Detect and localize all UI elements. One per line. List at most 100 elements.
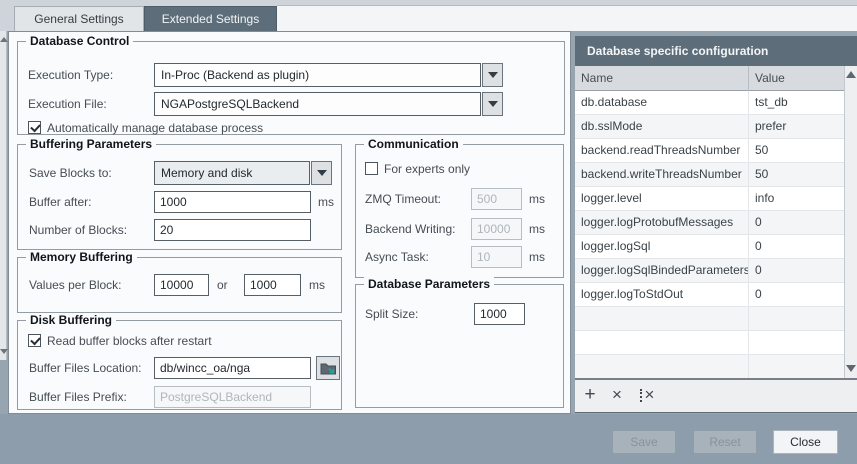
folder-icon	[320, 363, 336, 375]
unit-label: ms	[309, 278, 325, 292]
group-title: Database Control	[26, 34, 134, 49]
save-blocks-dropdown-button[interactable]	[311, 161, 332, 185]
unit-label: ms	[529, 250, 545, 264]
chevron-down-icon	[316, 170, 327, 176]
experts-only-checkbox[interactable]	[365, 162, 378, 175]
config-name-cell: logger.logSql	[581, 239, 651, 253]
read-buffer-checkbox[interactable]	[28, 334, 41, 347]
config-value-cell: 0	[748, 235, 844, 259]
general-settings-panel: Database Control Execution Type: In-Proc…	[8, 31, 571, 414]
config-name-cell: logger.logToStdOut	[581, 287, 684, 301]
group-title: Buffering Parameters	[26, 137, 157, 152]
scroll-down-icon[interactable]	[845, 362, 857, 376]
table-row[interactable]: backend.readThreadsNumber 50	[575, 139, 844, 163]
or-label: or	[217, 278, 228, 292]
save-blocks-label: Save Blocks to:	[29, 166, 112, 180]
table-row[interactable]: backend.writeThreadsNumber 50	[575, 163, 844, 187]
left-scrollbar[interactable]	[0, 31, 8, 360]
group-title: Communication	[364, 137, 463, 152]
tab-general-settings[interactable]: General Settings	[14, 6, 144, 31]
delete-row-button[interactable]: ×	[606, 380, 628, 412]
unit-label: ms	[318, 195, 334, 209]
reset-button: Reset	[693, 430, 757, 454]
execution-file-combobox[interactable]: NGAPostgreSQLBackend	[154, 92, 481, 116]
values-per-block-label: Values per Block:	[29, 278, 122, 292]
execution-type-combobox[interactable]: In-Proc (Backend as plugin)	[154, 63, 481, 87]
table-row[interactable]: db.sslMode prefer	[575, 115, 844, 139]
add-row-button[interactable]: +	[579, 380, 601, 412]
config-value-cell: 0	[748, 259, 844, 283]
table-row-empty[interactable]	[575, 355, 844, 378]
scroll-up-icon[interactable]	[0, 35, 8, 44]
config-table-header: Name Value	[575, 66, 844, 91]
config-table: Name Value db.database tst_db db.sslMode pr…	[575, 66, 857, 378]
column-header-value[interactable]: Value	[748, 66, 844, 91]
unit-label: ms	[529, 222, 545, 236]
table-row-empty[interactable]	[575, 307, 844, 331]
group-buffering-parameters: Buffering Parameters Save Blocks to: Mem…	[17, 137, 342, 250]
config-name-cell: logger.level	[581, 191, 642, 205]
database-config-header: Database specific configuration	[575, 36, 857, 66]
group-title: Memory Buffering	[26, 250, 137, 265]
scroll-down-icon[interactable]	[0, 347, 8, 356]
config-name-cell	[575, 331, 748, 355]
browse-folder-button[interactable]	[316, 356, 340, 380]
table-row[interactable]: logger.logProtobufMessages 0	[575, 211, 844, 235]
split-size-input[interactable]	[474, 303, 525, 325]
dotted-bar-icon	[639, 389, 642, 402]
read-buffer-label: Read buffer blocks after restart	[47, 334, 212, 348]
auto-manage-label: Automatically manage database process	[47, 121, 264, 135]
group-title: Disk Buffering	[26, 313, 117, 328]
tab-extended-settings[interactable]: Extended Settings	[144, 6, 277, 31]
execution-type-dropdown-button[interactable]	[482, 63, 503, 87]
execution-file-label: Execution File:	[28, 97, 107, 111]
config-name-cell: backend.writeThreadsNumber	[581, 167, 742, 181]
execution-file-dropdown-button[interactable]	[482, 92, 503, 116]
config-value-cell: 0	[748, 211, 844, 235]
table-row-empty[interactable]	[575, 331, 844, 355]
split-size-label: Split Size:	[365, 307, 419, 321]
number-of-blocks-input[interactable]	[154, 219, 311, 241]
config-value-cell: 50	[748, 139, 844, 163]
auto-manage-checkbox[interactable]	[28, 121, 41, 134]
group-database-control: Database Control Execution Type: In-Proc…	[17, 34, 565, 135]
config-name-cell: logger.logSqlBindedParameters	[581, 263, 748, 277]
memory-interval-input[interactable]	[244, 274, 301, 296]
config-table-rows: db.database tst_db db.sslMode prefer backend…	[575, 91, 844, 378]
table-row[interactable]: db.database tst_db	[575, 91, 844, 115]
buffer-files-location-input[interactable]	[154, 357, 311, 379]
config-value-cell: 0	[748, 283, 844, 307]
group-memory-buffering: Memory Buffering Values per Block: or ms	[17, 250, 342, 313]
delete-all-rows-button[interactable]: ×	[633, 380, 661, 412]
delete-all-x-icon: ×	[644, 385, 655, 404]
table-row[interactable]: logger.logToStdOut 0	[575, 283, 844, 307]
config-name-cell: backend.readThreadsNumber	[581, 143, 741, 157]
table-row[interactable]: logger.level info	[575, 187, 844, 211]
values-per-block-input[interactable]	[154, 274, 209, 296]
config-value-cell: prefer	[748, 115, 844, 139]
config-name-cell	[575, 307, 748, 331]
chevron-down-icon	[487, 101, 498, 107]
config-name-cell: db.sslMode	[581, 119, 643, 133]
close-button[interactable]: Close	[773, 430, 838, 454]
experts-only-label: For experts only	[384, 162, 471, 176]
config-value-cell	[748, 331, 844, 355]
config-value-cell: info	[748, 187, 844, 211]
async-task-input	[471, 246, 522, 268]
table-scrollbar[interactable]	[844, 66, 857, 378]
async-task-label: Async Task:	[365, 250, 429, 264]
buffer-after-input[interactable]	[154, 191, 311, 213]
config-value-cell: tst_db	[748, 91, 844, 115]
table-row[interactable]: logger.logSql 0	[575, 235, 844, 259]
number-of-blocks-label: Number of Blocks:	[29, 223, 128, 237]
buffer-files-prefix-label: Buffer Files Prefix:	[29, 390, 127, 404]
backend-writing-input	[471, 218, 522, 240]
table-row[interactable]: logger.logSqlBindedParameters 0	[575, 259, 844, 283]
config-name-cell	[575, 355, 748, 378]
tab-bar-filler	[277, 5, 857, 31]
scroll-up-icon[interactable]	[845, 68, 857, 82]
save-blocks-combobox[interactable]: Memory and disk	[154, 161, 310, 185]
column-header-name[interactable]: Name	[575, 66, 748, 91]
buffer-after-label: Buffer after:	[29, 195, 92, 209]
config-name-cell: logger.logProtobufMessages	[581, 215, 734, 229]
